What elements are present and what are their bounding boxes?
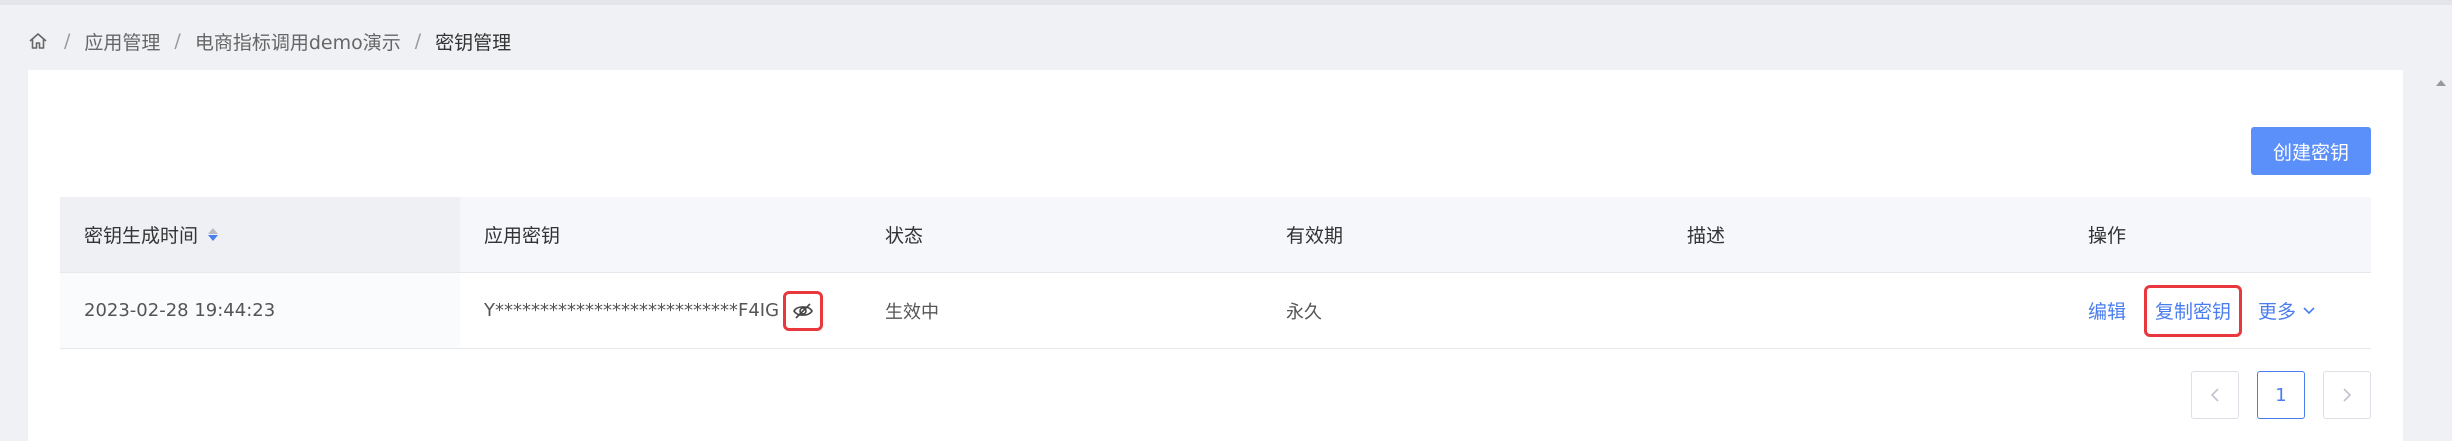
edit-link[interactable]: 编辑 [2088,297,2126,324]
scroll-up-icon[interactable] [2436,80,2446,86]
toggle-visibility-button[interactable] [783,290,824,331]
cell-description [1663,273,2064,348]
cell-actions: 编辑 复制密钥 更多 [2064,273,2371,348]
copy-key-highlight: 复制密钥 [2144,284,2243,337]
create-key-button[interactable]: 创建密钥 [2251,127,2371,175]
breadcrumb-separator: / [414,30,422,52]
cell-app-key: Y***************************F4IG [460,273,861,348]
table-header: 密钥生成时间 应用密钥 状态 有效期 描述 操作 [60,197,2371,273]
sort-icon[interactable] [208,228,219,241]
header-created-at[interactable]: 密钥生成时间 [60,197,460,272]
home-icon[interactable] [28,30,50,52]
copy-key-link[interactable]: 复制密钥 [2155,297,2231,324]
prev-page-button[interactable] [2191,371,2239,419]
header-app-key: 应用密钥 [484,225,561,247]
eye-hidden-icon [793,302,813,319]
page-number-button[interactable]: 1 [2257,371,2305,419]
cell-status: 生效中 [885,301,939,323]
pagination: 1 [2191,371,2371,419]
chevron-left-icon [2210,388,2219,402]
header-description: 描述 [1687,225,1726,247]
breadcrumb-separator: / [64,30,71,52]
breadcrumb-app-management[interactable]: 应用管理 [84,28,160,55]
chevron-down-icon [2303,306,2315,314]
breadcrumb-current: 密钥管理 [435,31,512,54]
cell-created-at: 2023-02-28 19:44:23 [60,273,460,348]
top-border [0,0,2452,5]
header-actions: 操作 [2088,225,2127,247]
breadcrumb: / 应用管理 / 电商指标调用demo演示 / 密钥管理 [28,26,511,56]
key-management-card: 创建密钥 密钥生成时间 应用密钥 状态 有效期 描述 操作 2023-02-28… [28,70,2403,441]
header-label: 密钥生成时间 [84,225,199,247]
cell-validity: 永久 [1286,301,1322,323]
more-dropdown[interactable]: 更多 [2258,297,2316,324]
header-validity: 有效期 [1286,225,1344,247]
breadcrumb-separator: / [174,30,181,52]
masked-key: Y***************************F4IG [484,300,780,321]
chevron-right-icon [2343,388,2352,402]
key-table: 密钥生成时间 应用密钥 状态 有效期 描述 操作 2023-02-28 19:4… [60,197,2371,349]
breadcrumb-app-demo[interactable]: 电商指标调用demo演示 [195,28,401,55]
next-page-button[interactable] [2323,371,2371,419]
more-label: 更多 [2258,301,2297,323]
header-status: 状态 [885,225,924,247]
scrollbar[interactable] [2430,70,2452,441]
table-row: 2023-02-28 19:44:23 Y*******************… [60,273,2371,349]
